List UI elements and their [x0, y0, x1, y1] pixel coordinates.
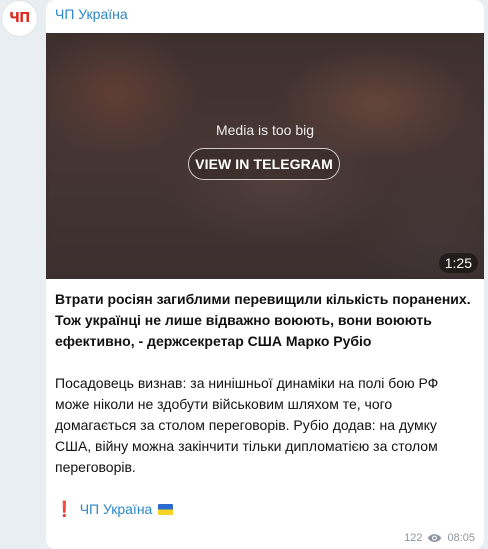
video-media[interactable]: Media is too big VIEW IN TELEGRAM 1:25 — [46, 33, 484, 279]
post-headline: Втрати росіян загиблими перевищили кільк… — [55, 291, 471, 349]
message-bubble: ЧП Україна Media is too big VIEW IN TELE… — [46, 0, 484, 549]
post-body: Посадовець визнав: за нинішньої динаміки… — [55, 375, 439, 475]
message-time: 08:05 — [447, 532, 475, 544]
video-duration: 1:25 — [438, 253, 478, 273]
ukraine-flag-icon — [158, 504, 174, 515]
media-too-big-message: Media is too big — [215, 122, 315, 138]
channel-avatar-text: ЧП — [9, 11, 30, 26]
exclamation-icon: ❗ — [55, 501, 74, 518]
view-count: 122 — [404, 532, 423, 544]
post-text: Втрати росіян загиблими перевищили кільк… — [55, 289, 475, 520]
message-meta: 122 08:05 — [404, 532, 475, 544]
channel-avatar[interactable]: ЧП — [1, 0, 38, 37]
signature-channel-link[interactable]: ЧП Україна — [80, 499, 153, 520]
channel-name-link[interactable]: ЧП Україна — [55, 6, 128, 22]
eye-icon — [428, 534, 442, 542]
post-signature: ❗ ЧП Україна — [55, 499, 475, 520]
view-in-telegram-button[interactable]: VIEW IN TELEGRAM — [188, 148, 340, 180]
